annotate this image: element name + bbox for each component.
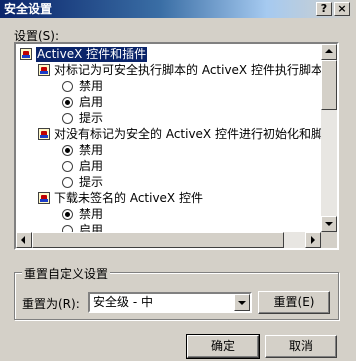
scroll-left-button[interactable] [16,232,32,248]
tree-category[interactable]: 对没有标记为安全的 ActiveX 控件进行初始化和脚 [38,127,321,142]
scroll-down-button[interactable] [321,216,337,232]
security-level-combo[interactable]: 安全级 - 中 [88,292,252,313]
tree-item-label: 启用 [79,223,104,232]
settings-category-icon [38,64,50,76]
tree-item-label: 提示 [79,111,104,125]
tree-item-label: 禁用 [79,143,104,157]
tree-item-label: 禁用 [79,79,104,93]
left-arrow-icon [21,236,25,244]
radio-checked-icon[interactable] [62,145,73,156]
vertical-scrollbar[interactable] [321,44,337,232]
radio-unchecked-icon[interactable] [62,177,73,188]
radio-checked-icon[interactable] [62,209,73,220]
cancel-button[interactable]: 取消 [265,335,337,358]
radio-unchecked-icon[interactable] [62,113,73,124]
title-bar: 安全设置 ? × [0,0,356,18]
tree-category[interactable]: 下载未签名的 ActiveX 控件 [38,191,203,206]
security-level-value: 安全级 - 中 [93,295,153,309]
tree-item-label: ActiveX 控件和插件 [36,47,148,62]
help-button[interactable]: ? [316,2,332,16]
tree-item-label: 对没有标记为安全的 ActiveX 控件进行初始化和脚 [54,127,321,141]
up-arrow-icon [325,49,333,53]
tree-radio-option[interactable]: 启用 [62,159,103,174]
tree-radio-option[interactable]: 禁用 [62,143,103,158]
scroll-up-button[interactable] [321,44,337,60]
tree-item-label: 提示 [79,175,104,189]
tree-radio-option[interactable]: 提示 [62,111,103,126]
horizontal-scroll-thumb[interactable] [32,232,284,248]
scroll-right-button[interactable] [305,232,321,248]
radio-checked-icon[interactable] [62,97,73,108]
tree-item-label: 对标记为可安全执行脚本的 ActiveX 控件执行脚本 [54,63,321,77]
tree-radio-option[interactable]: 禁用 [62,207,103,222]
radio-unchecked-icon[interactable] [62,161,73,172]
tree-category[interactable]: ActiveX 控件和插件 [20,47,148,62]
scrollbar-corner [321,232,337,248]
reset-group-title: 重置自定义设置 [22,265,111,282]
horizontal-scrollbar[interactable] [16,232,321,248]
window-title: 安全设置 [4,2,53,16]
tree-item-label: 下载未签名的 ActiveX 控件 [54,191,203,205]
reset-to-label: 重置为(R): [22,297,80,311]
tree-item-label: 启用 [79,95,104,109]
chevron-down-icon[interactable] [234,294,250,311]
right-arrow-icon [311,236,315,244]
ok-button[interactable]: 确定 [186,334,260,359]
reset-button[interactable]: 重置(E) [258,291,330,314]
down-arrow-icon [325,222,333,226]
tree-radio-option[interactable]: 启用 [62,223,103,232]
settings-category-icon [20,48,32,60]
radio-unchecked-icon[interactable] [62,225,73,232]
settings-tree[interactable]: ActiveX 控件和插件 对标记为可安全执行脚本的 ActiveX 控件执行脚本… [14,42,339,250]
tree-category[interactable]: 对标记为可安全执行脚本的 ActiveX 控件执行脚本 [38,63,321,78]
settings-category-icon [38,192,50,204]
radio-unchecked-icon[interactable] [62,81,73,92]
tree-radio-option[interactable]: 禁用 [62,79,103,94]
tree-item-label: 禁用 [79,207,104,221]
settings-tree-content: ActiveX 控件和插件 对标记为可安全执行脚本的 ActiveX 控件执行脚本… [16,44,321,232]
close-button[interactable]: × [334,2,350,16]
tree-item-label: 启用 [79,159,104,173]
vertical-scroll-thumb[interactable] [321,60,337,110]
settings-category-icon [38,128,50,140]
tree-radio-option[interactable]: 提示 [62,175,103,190]
tree-radio-option[interactable]: 启用 [62,95,103,110]
